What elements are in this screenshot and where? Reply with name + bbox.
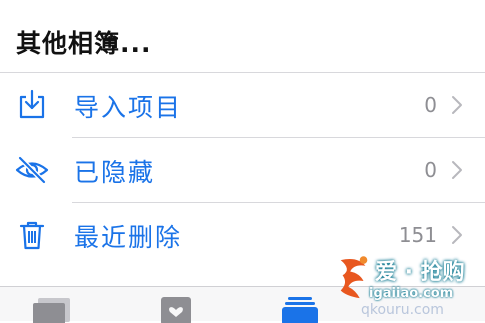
watermark-url: igaiiao.com <box>369 286 454 301</box>
album-row-count: 0 <box>424 158 437 182</box>
album-row-label: 已隐藏 <box>74 158 156 187</box>
for-you-icon[interactable] <box>158 295 194 323</box>
chevron-right-icon <box>452 96 462 114</box>
album-row-label: 导入项目 <box>74 93 183 122</box>
watermark: 爱 · 抢购 igaiiao.com qkouru.com <box>335 252 485 320</box>
library-photos-icon[interactable] <box>30 295 74 323</box>
section-title: 其他相簿... <box>16 29 152 58</box>
album-row-count: 0 <box>424 93 437 117</box>
album-row-count: 151 <box>398 223 437 247</box>
chevron-right-icon <box>452 161 462 179</box>
import-icon <box>19 89 45 119</box>
chevron-right-icon <box>452 226 462 244</box>
watermark-text: 爱 · 抢购 <box>375 260 465 285</box>
album-row-import[interactable]: 导入项目 0 <box>0 73 485 137</box>
album-row-label: 最近删除 <box>74 223 183 252</box>
album-row-hidden[interactable]: 已隐藏 0 <box>0 138 485 202</box>
hidden-eye-icon <box>15 156 49 184</box>
watermark-under-text: qkouru.com <box>361 302 444 318</box>
albums-icon[interactable] <box>280 295 320 323</box>
trash-icon <box>19 221 45 250</box>
